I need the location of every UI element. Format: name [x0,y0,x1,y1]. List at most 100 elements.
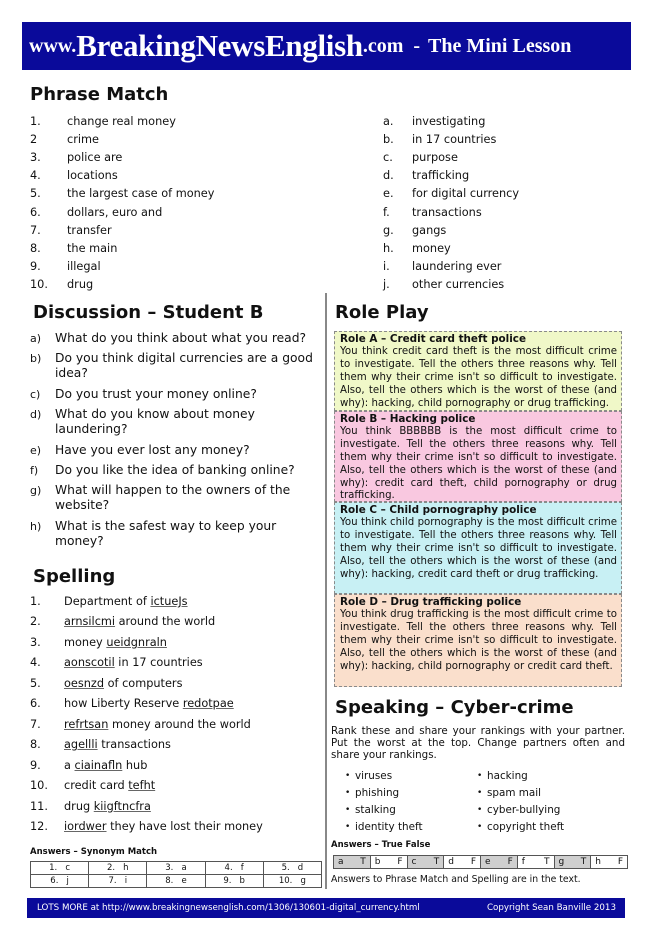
speaking-instructions: Rank these and share your rankings with … [331,725,625,761]
question-text: Do you like the idea of banking online? [55,462,295,477]
after-text: transactions [97,738,171,752]
list-item: i. laundering ever [383,258,633,276]
answer-pair: eF [485,857,513,867]
footer-banner: LOTS MORE at http://www.breakingnewsengl… [27,898,625,918]
item-number: 4. [30,169,41,183]
item-number: 8. [30,738,41,752]
item-number: 12. [30,820,48,834]
item-number: 10. [30,278,48,292]
item-text: transactions [412,205,482,219]
header-suffix: .com [362,34,404,57]
discussion-question: c) Do you trust your money online? [30,387,322,402]
item-text: change real money [67,114,176,128]
answer-pair: bF [375,857,403,867]
item-number: 2 [30,132,38,146]
spelling-item: 11. drug kiigftncfra [30,796,320,817]
header-lesson-type: The Mini Lesson [428,34,572,57]
answer-cell: dF [443,855,481,869]
scrambled-word: iordwer [64,820,107,834]
scrambled-word: ueidgnraln [106,635,167,649]
after-text: money around the world [108,717,251,731]
item-letter: c. [383,150,393,164]
item-text: illegal [67,260,101,274]
item-text: hacking [487,769,528,782]
footer-copyright: Copyright Sean Banville 2013 [486,903,616,913]
header-prefix: www. [29,34,77,57]
role-card-c: Role C – Child pornography police You th… [334,502,622,594]
header-separator: - [413,34,421,57]
list-item: e. for digital currency [383,185,633,203]
speaking-list-left: • viruses • phishing • stalking • identity t… [345,767,423,836]
item-number: 7. [30,223,41,237]
phrase-match-right-list: a. investigating b. in 17 countries c. purp… [383,112,633,294]
phrase-match-left-list: 1. change real money 2 crime 3. police are … [30,112,330,294]
list-item: 10. drug [30,276,330,294]
table-row: 1. c 2. h 3. a 4. f 5. d [29,861,323,875]
spelling-item: 2. arnsilcmi around the world [30,612,320,633]
answer-cell: 3. a [146,861,206,875]
answer-value: F [470,857,476,867]
question-letter: c [411,857,417,867]
discussion-title: Discussion – Student B [33,302,264,323]
answer-pair: hF [595,857,623,867]
before-text: Department of [64,594,151,608]
discussion-question: b) Do you think digital currencies are a … [30,351,322,381]
spelling-item: 12. iordwer they have lost their money [30,817,320,838]
spelling-item: 1. Department of ictueJs [30,591,320,612]
bullet-icon: • [477,770,483,781]
answer-pair: fT [522,857,550,867]
speaking-list-right: • hacking • spam mail • cyber-bullying • cop… [477,767,564,836]
answer-value: T [360,857,366,867]
question-letter: f [521,857,525,867]
item-text: drug [67,278,94,292]
after-text: hub [122,758,148,772]
role-card-d: Role D – Drug trafficking police You thi… [334,594,622,687]
answer-cell: aT [333,855,371,869]
list-item: f. transactions [383,203,633,221]
bullet-icon: • [345,787,351,798]
question-text: What will happen to the owners of the we… [55,483,291,513]
item-letter: j. [383,278,390,292]
bullet-icon: • [345,770,351,781]
answer-value: T [544,857,550,867]
question-text: What is the safest way to keep your mone… [55,518,277,548]
list-item: 9. illegal [30,258,330,276]
role-title: Role D – Drug trafficking police [340,596,522,608]
role-title: Role C – Child pornography police [340,504,537,516]
question-label: d) [30,408,42,422]
item-number: 6. [30,205,41,219]
list-item: • viruses [345,767,423,784]
item-number: 3. [30,150,41,164]
answer-cell: 7. i [88,874,148,888]
item-text: cyber-bullying [487,803,561,816]
spelling-item: 5. oesnzd of computers [30,673,320,694]
item-number: 2. [30,615,41,629]
scrambled-word: redotpae [182,697,234,711]
footer-link[interactable]: LOTS MORE at http://www.breakingnewsengl… [37,903,420,913]
answers-true-false-table: aTbFcTdFeFfTgThF [333,855,628,869]
list-item: 2 crime [30,130,330,148]
item-text: spam mail [487,786,542,799]
answer-cell: 10. g [262,874,323,888]
item-number: 5. [30,676,41,690]
list-item: a. investigating [383,112,633,130]
item-number: 1. [30,594,41,608]
scrambled-word: arnsilcmi [64,615,116,629]
role-card-a: Role A – Credit card theft police You th… [334,331,622,411]
answer-cell: fT [516,855,555,869]
item-text: copyright theft [487,821,565,834]
item-text: stalking [355,803,396,816]
after-text: around the world [115,615,216,629]
scrambled-word: oesnzd [64,676,105,690]
before-text: money [64,635,107,649]
item-number: 7. [30,717,41,731]
before-text: a [64,758,75,772]
item-letter: h. [383,241,394,255]
item-number: 11. [30,799,48,813]
question-label: a) [30,332,42,345]
after-text: of computers [104,676,183,690]
role-card-b: Role B – Hacking police You think BBBBBB… [334,411,622,502]
item-text: for digital currency [412,187,520,201]
role-title: Role A – Credit card theft police [340,333,526,345]
before-text: how Liberty Reserve [64,697,183,711]
